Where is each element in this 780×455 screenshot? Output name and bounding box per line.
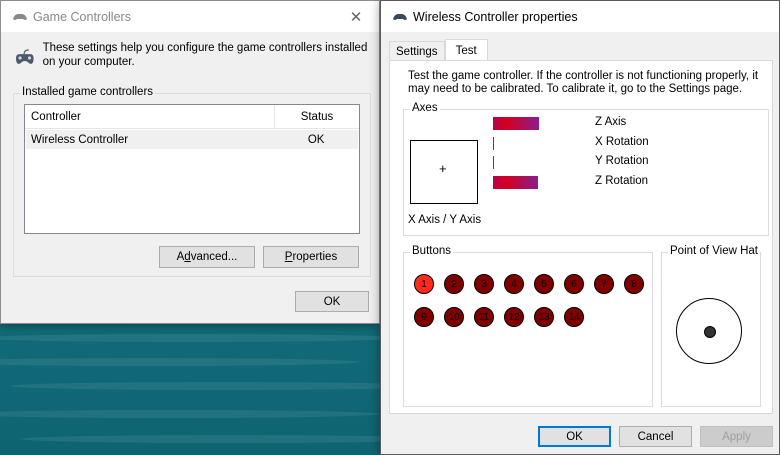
pov-group-label: Point of View Hat (668, 245, 760, 257)
button-indicator: 14 (564, 307, 584, 327)
button-indicator: 5 (534, 274, 554, 294)
buttons-group-label: Buttons (410, 245, 453, 257)
button-indicator: 12 (504, 307, 524, 327)
window-title: Game Controllers (33, 9, 131, 24)
apply-button[interactable]: Apply (700, 426, 773, 447)
button-indicator: 11 (474, 307, 494, 327)
title-bar[interactable]: Game Controllers ✕ (1, 1, 379, 32)
installed-controllers-group: Installed game controllers Controller St… (13, 86, 371, 277)
axis-label: X Rotation (595, 135, 649, 148)
tab-strip: Settings Test (389, 39, 488, 61)
close-icon: ✕ (349, 8, 363, 26)
cancel-button[interactable]: Cancel (619, 426, 692, 447)
axis-label: Z Rotation (595, 174, 649, 187)
info-text: These settings help you configure the ga… (42, 42, 368, 68)
tab-settings[interactable]: Settings (389, 41, 445, 61)
button-indicator: 13 (534, 307, 554, 327)
advanced-label-pre: A (176, 251, 185, 263)
xy-axis-display: + (410, 140, 478, 204)
test-description: Test the game controller. If the control… (408, 70, 759, 95)
button-indicator: 1 (414, 274, 434, 294)
ok-button[interactable]: OK (538, 426, 611, 447)
gamepad-icon (13, 13, 27, 20)
properties-label-accel: P (284, 251, 293, 263)
button-indicator: 6 (564, 274, 584, 294)
buttons-group: Buttons (403, 245, 653, 407)
table-row[interactable]: Wireless Controller OK (26, 130, 358, 149)
axis-level-bar (493, 156, 494, 169)
xy-axis-label: X Axis / Y Axis (408, 214, 482, 226)
group-label: Installed game controllers (20, 86, 156, 98)
column-header-controller[interactable]: Controller (25, 105, 275, 128)
title-bar[interactable]: Wireless Controller properties (381, 1, 779, 32)
info-row: These settings help you configure the ga… (13, 41, 373, 71)
button-indicator: 8 (624, 274, 644, 294)
game-controllers-window: Game Controllers ✕ These settings help y… (0, 0, 380, 324)
advanced-label-post: vanced... (190, 251, 238, 263)
axes-group-label: Axes (410, 102, 440, 114)
button-indicator: 4 (504, 274, 524, 294)
properties-label-post: roperties (292, 251, 338, 263)
button-indicator: 3 (474, 274, 494, 294)
close-button[interactable]: ✕ (333, 1, 379, 32)
gamepad-icon (393, 13, 407, 20)
axis-level-bar (493, 175, 538, 189)
pov-hat-display (676, 298, 742, 364)
button-indicator: 9 (414, 307, 434, 327)
axis-level-bar (493, 117, 539, 130)
controllers-list[interactable]: Controller Status Wireless Controller OK (24, 104, 360, 234)
tab-test[interactable]: Test (444, 39, 488, 61)
gamepad-icon (16, 49, 34, 64)
advanced-button[interactable]: Ad vanced... (159, 246, 255, 268)
window-title: Wireless Controller properties (413, 9, 578, 24)
axis-level-bar (493, 136, 494, 150)
button-indicator: 10 (444, 307, 464, 327)
column-header-status[interactable]: Status (275, 105, 359, 128)
controller-name: Wireless Controller (31, 133, 129, 146)
desktop-wallpaper (0, 320, 380, 455)
ok-button[interactable]: OK (295, 291, 369, 312)
controller-status: OK (307, 133, 325, 146)
button-indicator: 7 (594, 274, 614, 294)
xy-crosshair: + (439, 161, 447, 176)
properties-button[interactable]: Properties (263, 246, 359, 268)
axis-label: Y Rotation (595, 155, 649, 167)
list-header: Controller Status (25, 105, 359, 129)
button-indicator: 2 (444, 274, 464, 294)
pov-position-indicator (704, 326, 716, 338)
axis-label: Z Axis (595, 116, 627, 128)
